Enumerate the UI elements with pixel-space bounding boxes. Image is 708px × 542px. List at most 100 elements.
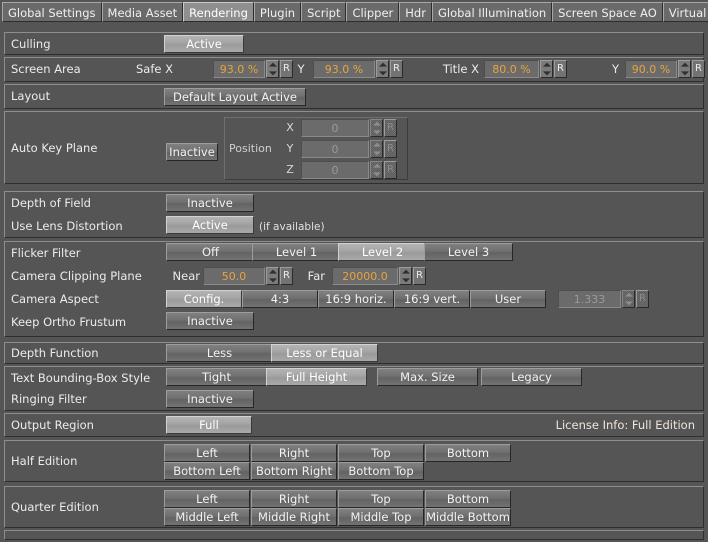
position-x-input[interactable]: 0: [301, 119, 369, 137]
depth-function-option-less-or-equal[interactable]: Less or Equal: [271, 344, 378, 362]
half-edition-left-button[interactable]: Left: [164, 444, 250, 462]
title-y-stepper-down[interactable]: [679, 69, 690, 77]
quarter-edition-bottom-button[interactable]: Bottom: [425, 490, 511, 508]
clipping-far-input[interactable]: 20000.0: [332, 267, 398, 285]
tab-virtual-studio[interactable]: Virtual Studio: [662, 2, 708, 22]
title-x-label: Title X: [442, 62, 479, 76]
position-y-stepper-up[interactable]: [371, 141, 382, 149]
safe-x-stepper[interactable]: [266, 60, 279, 78]
quarter-edition-middle-top-button[interactable]: Middle Top: [338, 508, 424, 526]
title-x-input[interactable]: 80.0 %: [484, 60, 539, 78]
tab-hdr[interactable]: Hdr: [399, 2, 432, 22]
flicker-filter-option-level-3[interactable]: Level 3: [424, 243, 513, 261]
position-x-stepper[interactable]: [370, 119, 383, 137]
tab-rendering[interactable]: Rendering: [183, 2, 254, 22]
lens-distortion-toggle-button[interactable]: Active: [166, 216, 254, 234]
position-x-stepper-down[interactable]: [371, 128, 382, 136]
half-edition-bottom-top-button[interactable]: Bottom Top: [338, 462, 424, 480]
quarter-edition-right-button[interactable]: Right: [251, 490, 337, 508]
position-x-reset-button[interactable]: R: [384, 119, 397, 137]
camera-aspect-option-4-3[interactable]: 4:3: [242, 290, 318, 308]
clipping-near-stepper-down[interactable]: [267, 276, 278, 284]
flicker-filter-option-level-2[interactable]: Level 2: [338, 243, 427, 261]
clipping-near-stepper-up[interactable]: [267, 268, 278, 276]
quarter-edition-left-button[interactable]: Left: [164, 490, 250, 508]
half-edition-right-button[interactable]: Right: [251, 444, 337, 462]
text-bbox-option-max-size[interactable]: Max. Size: [377, 368, 478, 386]
camera-aspect-user-stepper[interactable]: [622, 290, 635, 308]
flicker-filter-option-off[interactable]: Off: [166, 243, 255, 261]
title-y-reset-button[interactable]: R: [692, 60, 705, 78]
half-edition-bottom-button[interactable]: Bottom: [425, 444, 511, 462]
safe-y-stepper-up[interactable]: [377, 61, 388, 69]
quarter-edition-top-button[interactable]: Top: [338, 490, 424, 508]
camera-aspect-option-16-9-vert[interactable]: 16:9 vert.: [394, 290, 470, 308]
safe-x-input[interactable]: 93.0 %: [213, 60, 265, 78]
camera-aspect-user-reset-button[interactable]: R: [636, 290, 649, 308]
text-bbox-option-full-height[interactable]: Full Height: [266, 368, 367, 386]
tab-script[interactable]: Script: [301, 2, 347, 22]
position-z-stepper-down[interactable]: [371, 170, 382, 178]
tab-global-illumination[interactable]: Global Illumination: [431, 2, 553, 22]
text-bbox-option-legacy[interactable]: Legacy: [481, 368, 582, 386]
camera-aspect-user-input[interactable]: 1.333: [558, 290, 621, 308]
title-y-stepper[interactable]: [678, 60, 691, 78]
title-x-stepper[interactable]: [540, 60, 553, 78]
position-y-stepper[interactable]: [370, 140, 383, 158]
keep-ortho-frustum-toggle-button[interactable]: Inactive: [166, 312, 254, 330]
position-x-stepper-up[interactable]: [371, 120, 382, 128]
position-y-reset-button[interactable]: R: [384, 140, 397, 158]
position-z-reset-button[interactable]: R: [384, 161, 397, 179]
quarter-edition-middle-left-button[interactable]: Middle Left: [164, 508, 250, 526]
clipping-far-stepper-up[interactable]: [400, 268, 411, 276]
text-bbox-option-tight[interactable]: Tight: [166, 368, 267, 386]
position-z-stepper-up[interactable]: [371, 162, 382, 170]
clipping-near-input[interactable]: 50.0: [203, 267, 265, 285]
auto-key-plane-toggle-button[interactable]: Inactive: [166, 143, 218, 161]
default-layout-button[interactable]: Default Layout Active: [164, 88, 306, 106]
tab-clipper[interactable]: Clipper: [346, 2, 400, 22]
safe-y-input[interactable]: 93.0 %: [313, 60, 375, 78]
tab-screen-space-ao[interactable]: Screen Space AO: [552, 2, 663, 22]
quarter-edition-middle-bottom-button[interactable]: Middle Bottom: [425, 508, 511, 526]
camera-aspect-user-stepper-up[interactable]: [623, 291, 634, 299]
depth-function-option-less[interactable]: Less: [166, 344, 273, 362]
safe-y-reset-button[interactable]: R: [390, 60, 403, 78]
position-y-axis-label: Y: [286, 142, 294, 155]
tab-global-settings[interactable]: Global Settings: [2, 2, 102, 22]
position-y-input[interactable]: 0: [301, 140, 369, 158]
ringing-filter-toggle-button[interactable]: Inactive: [166, 390, 254, 408]
safe-y-stepper-down[interactable]: [377, 69, 388, 77]
title-y-stepper-up[interactable]: [679, 61, 690, 69]
half-edition-bottom-left-button[interactable]: Bottom Left: [164, 462, 250, 480]
position-z-input[interactable]: 0: [301, 161, 369, 179]
title-x-stepper-down[interactable]: [541, 69, 552, 77]
camera-aspect-option-16-9-horiz[interactable]: 16:9 horiz.: [318, 290, 394, 308]
safe-x-stepper-down[interactable]: [267, 69, 278, 77]
camera-aspect-user-stepper-down[interactable]: [623, 299, 634, 307]
clipping-near-stepper[interactable]: [266, 267, 279, 285]
clipping-far-stepper-down[interactable]: [400, 276, 411, 284]
position-y-stepper-down[interactable]: [371, 149, 382, 157]
culling-toggle-button[interactable]: Active: [164, 35, 244, 53]
safe-x-stepper-up[interactable]: [267, 61, 278, 69]
half-edition-top-button[interactable]: Top: [338, 444, 424, 462]
clipping-far-stepper[interactable]: [399, 267, 412, 285]
culling-label: Culling: [11, 37, 51, 51]
output-region-full-button[interactable]: Full: [166, 416, 252, 434]
tab-plugin[interactable]: Plugin: [253, 2, 302, 22]
clipping-near-reset-button[interactable]: R: [280, 267, 293, 285]
quarter-edition-middle-right-button[interactable]: Middle Right: [251, 508, 337, 526]
camera-aspect-option-config[interactable]: Config.: [166, 290, 242, 308]
depth-of-field-toggle-button[interactable]: Inactive: [166, 194, 254, 212]
half-edition-bottom-right-button[interactable]: Bottom Right: [251, 462, 337, 480]
clipping-far-reset-button[interactable]: R: [413, 267, 426, 285]
camera-aspect-option-user[interactable]: User: [470, 290, 546, 308]
safe-y-stepper[interactable]: [376, 60, 389, 78]
title-x-stepper-up[interactable]: [541, 61, 552, 69]
tab-media-asset[interactable]: Media Asset: [101, 2, 184, 22]
title-x-reset-button[interactable]: R: [554, 60, 567, 78]
flicker-filter-option-level-1[interactable]: Level 1: [252, 243, 341, 261]
title-y-input[interactable]: 90.0 %: [625, 60, 677, 78]
position-z-stepper[interactable]: [370, 161, 383, 179]
